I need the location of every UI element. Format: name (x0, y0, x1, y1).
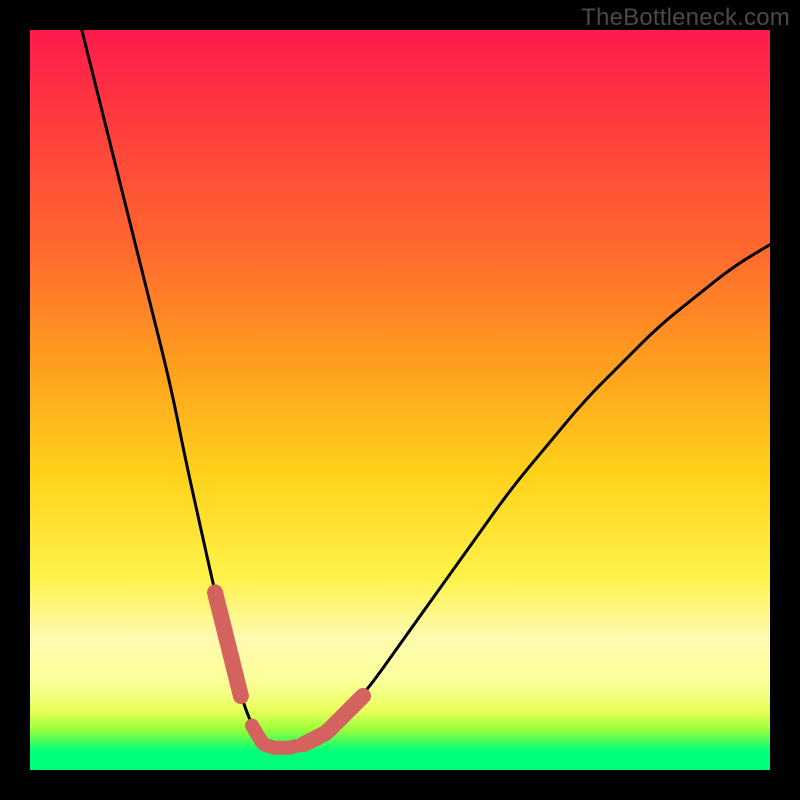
watermark-text: TheBottleneck.com (581, 4, 790, 32)
floor-marker-flat (252, 726, 296, 748)
curve-layer (30, 30, 770, 770)
bottleneck-curve (82, 30, 770, 748)
plot-area (30, 30, 770, 770)
chart-frame: TheBottleneck.com (0, 0, 800, 800)
floor-marker-left (215, 592, 241, 696)
floor-marker-right (304, 696, 363, 744)
floor-markers (215, 592, 363, 747)
